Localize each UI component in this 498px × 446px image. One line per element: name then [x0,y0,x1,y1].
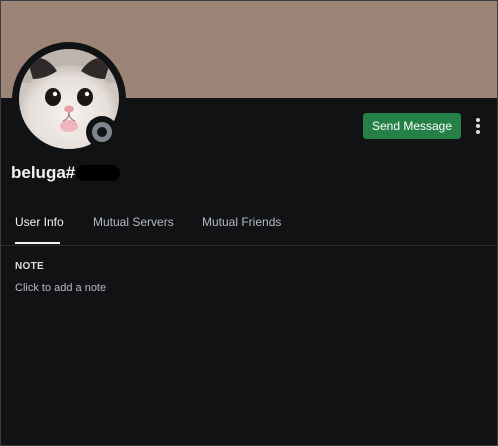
username-row: beluga# [11,161,121,185]
status-icon-center [97,127,107,137]
more-vertical-icon[interactable] [470,114,486,138]
note-input[interactable]: Click to add a note [15,280,315,296]
username: beluga# [11,163,76,182]
active-tab-indicator [15,242,60,244]
tab-mutual-friends[interactable]: Mutual Friends [202,208,281,246]
redacted-discriminator [76,165,121,181]
user-profile-card: Send Message beluga# User Info Mutual Se… [0,0,498,446]
more-dot [476,118,480,122]
send-message-button[interactable]: Send Message [363,113,461,139]
profile-tabs: User Info Mutual Servers Mutual Friends [0,208,498,246]
tab-user-info[interactable]: User Info [15,208,64,246]
tabs-divider [0,245,498,246]
note-heading: NOTE [15,261,44,272]
tab-mutual-servers[interactable]: Mutual Servers [93,208,174,246]
more-dot [476,130,480,134]
more-dot [476,124,480,128]
